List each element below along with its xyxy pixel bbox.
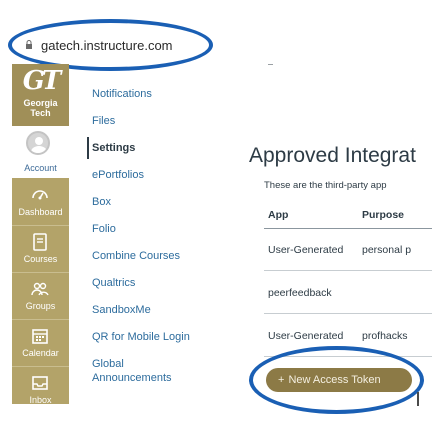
subnav-item-folio[interactable]: Folio: [92, 223, 116, 235]
subnav-item-box[interactable]: Box: [92, 196, 111, 208]
subnav-item-eportfolios[interactable]: ePortfolios: [92, 169, 144, 181]
logo[interactable]: GT Georgia Tech: [12, 64, 69, 126]
subnav-item-global-announcements-line1[interactable]: Global: [92, 358, 124, 370]
nav-divider: [12, 272, 69, 273]
logo-text-line2: Tech: [30, 108, 51, 118]
subnav-item-sandboxme[interactable]: SandboxMe: [92, 304, 151, 316]
table-cell-app: peerfeedback: [268, 287, 332, 299]
subnav-item-files[interactable]: Files: [92, 115, 115, 127]
table-cell-app: User-Generated: [268, 330, 344, 342]
groups-icon: [31, 282, 49, 296]
table-header-divider: [264, 228, 432, 229]
divider: [268, 64, 273, 65]
courses-icon: [33, 233, 47, 251]
nav-divider: [12, 319, 69, 320]
highlight-oval-button: [249, 346, 424, 414]
active-indicator: [87, 137, 89, 159]
table-cell-purpose: personal p: [362, 244, 412, 256]
inbox-icon: [32, 376, 48, 390]
avatar: [26, 131, 50, 155]
dashboard-icon: [32, 190, 48, 200]
browser-url-bar[interactable]: gatech.instructure.com: [0, 0, 432, 71]
subnav-item-combine-courses[interactable]: Combine Courses: [92, 250, 180, 262]
logo-mark: GT: [22, 66, 62, 96]
nav-item-groups[interactable]: Groups: [12, 274, 69, 319]
subnav-item-notifications[interactable]: Notifications: [92, 88, 152, 100]
logo-text-line1: Georgia: [23, 98, 58, 108]
nav-label-groups: Groups: [25, 301, 56, 311]
page-description: These are the third-party app: [264, 180, 387, 191]
table-row-divider: [264, 270, 432, 271]
nav-label-inbox: Inbox: [29, 395, 52, 404]
subnav-item-settings[interactable]: Settings: [92, 142, 135, 154]
subnav-item-global-announcements-line2[interactable]: Announcements: [92, 372, 172, 384]
column-header-app: App: [268, 209, 289, 221]
nav-item-calendar[interactable]: Calendar: [12, 321, 69, 366]
table-cell-purpose: profhacks: [362, 330, 408, 342]
nav-label-courses: Courses: [23, 254, 58, 264]
column-header-purpose: Purpose: [362, 209, 405, 221]
nav-label-account: Account: [24, 163, 57, 173]
nav-item-dashboard[interactable]: Dashboard: [12, 180, 69, 225]
table-row-divider: [264, 313, 432, 314]
page-title: Approved Integrat: [249, 144, 416, 167]
table-cell-app: User-Generated: [268, 244, 344, 256]
scrollbar[interactable]: [417, 392, 419, 406]
nav-item-account[interactable]: Account: [12, 126, 69, 178]
nav-label-calendar: Calendar: [22, 348, 59, 358]
nav-divider: [12, 225, 69, 226]
subnav-item-qr-mobile-login[interactable]: QR for Mobile Login: [92, 331, 190, 343]
nav-label-dashboard: Dashboard: [18, 207, 63, 217]
nav-item-courses[interactable]: Courses: [12, 227, 69, 272]
nav-item-inbox[interactable]: Inbox: [12, 368, 69, 404]
calendar-icon: [32, 329, 48, 344]
nav-divider: [12, 366, 69, 367]
subnav-item-qualtrics[interactable]: Qualtrics: [92, 277, 135, 289]
